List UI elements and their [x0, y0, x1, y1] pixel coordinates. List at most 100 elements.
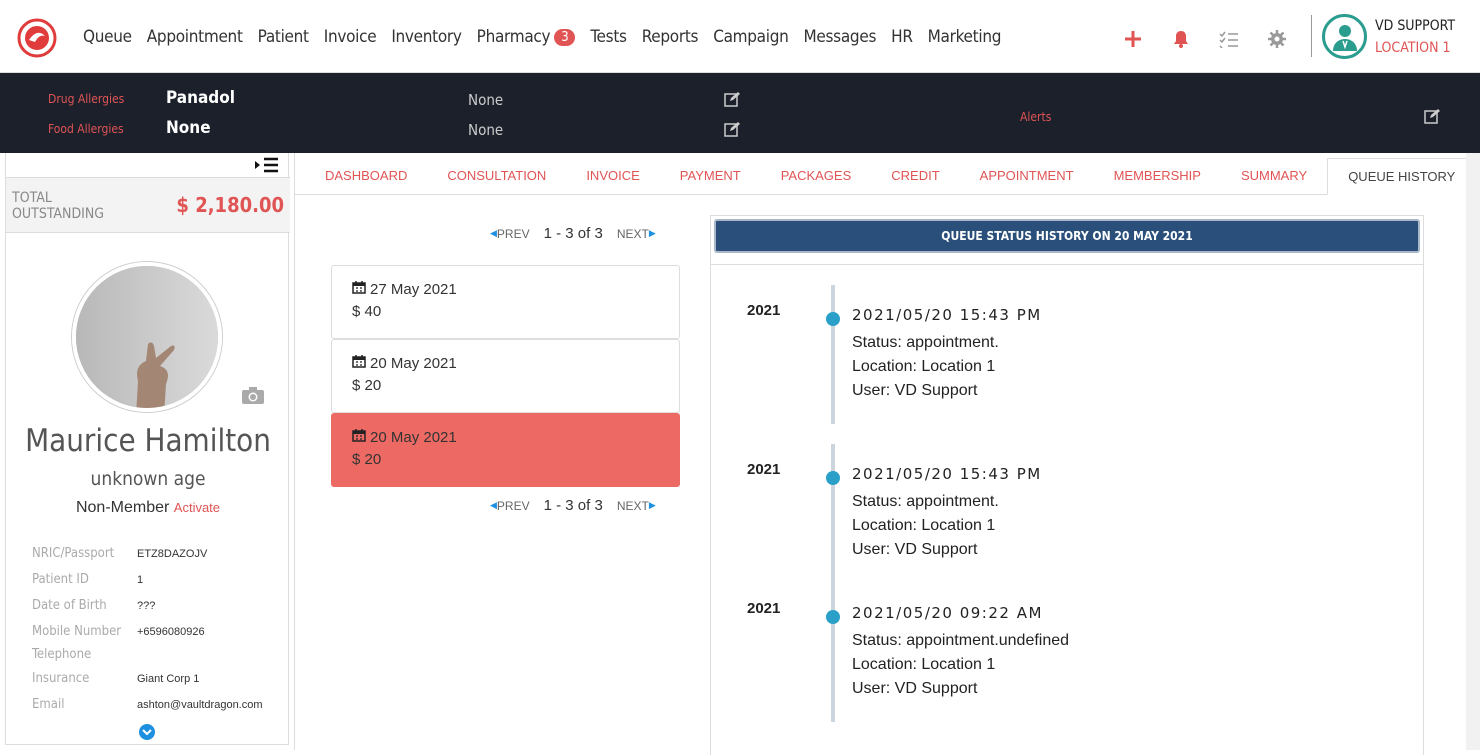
field-label-insurance: Insurance	[32, 671, 90, 686]
queue-item-amount: $ 20	[352, 451, 382, 468]
divider	[1311, 15, 1312, 57]
timeline-user: User: VD Support	[852, 680, 978, 697]
field-value-nric: ETZ8DAZOJV	[137, 548, 208, 560]
prev-arrow-icon[interactable]: ◀	[490, 500, 497, 511]
patient-tabs: DASHBOARD CONSULTATION INVOICE PAYMENT P…	[295, 158, 1477, 195]
tab-dashboard[interactable]: DASHBOARD	[305, 158, 427, 194]
timeline-time: 2021/05/20 15:43 PM	[852, 465, 1042, 483]
edit-icon[interactable]	[1424, 108, 1440, 124]
timeline-year: 2021	[747, 461, 781, 478]
nav-hr[interactable]: HR	[891, 27, 913, 47]
activate-link[interactable]: Activate	[174, 500, 220, 515]
queue-item-amount: $ 40	[352, 303, 382, 320]
timeline-year: 2021	[747, 600, 781, 617]
nav-patient[interactable]: Patient	[258, 27, 309, 47]
prev-button[interactable]: PREV	[497, 227, 530, 241]
queue-item[interactable]: 27 May 2021 $ 40	[331, 265, 680, 339]
queue-item-amount: $ 20	[352, 377, 382, 394]
queue-history-title: QUEUE STATUS HISTORY ON 20 MAY 2021	[714, 219, 1420, 253]
timeline-time: 2021/05/20 15:43 PM	[852, 306, 1042, 324]
field-value-patient-id: 1	[137, 574, 144, 586]
timeline-status: Status: appointment.undefined	[852, 632, 1070, 649]
field-label-dob: Date of Birth	[32, 598, 107, 613]
nav-queue[interactable]: Queue	[83, 27, 132, 47]
logo-icon[interactable]	[17, 18, 57, 58]
nav-campaign[interactable]: Campaign	[713, 27, 789, 47]
field-label-email: Email	[32, 697, 65, 712]
user-location[interactable]: LOCATION 1	[1375, 40, 1451, 56]
nav-invoice[interactable]: Invoice	[324, 27, 377, 47]
user-name[interactable]: VD SUPPORT	[1375, 18, 1455, 34]
food-allergies-value: None	[166, 118, 211, 138]
tab-appointment[interactable]: APPOINTMENT	[960, 158, 1094, 194]
food-allergies-note: None	[468, 121, 504, 139]
tab-invoice[interactable]: INVOICE	[566, 158, 659, 194]
bell-icon[interactable]	[1168, 28, 1194, 50]
camera-icon[interactable]	[241, 385, 265, 405]
queue-item-date: 20 May 2021	[370, 354, 457, 372]
plus-icon[interactable]	[1120, 28, 1146, 50]
timeline-dot	[826, 312, 840, 326]
pager-count: 1 - 3 of 3	[543, 225, 603, 242]
timeline-user: User: VD Support	[852, 382, 978, 399]
alerts-label: Alerts	[1020, 110, 1052, 124]
nav-marketing[interactable]: Marketing	[928, 27, 1002, 47]
nav-pharmacy-label: Pharmacy	[476, 27, 551, 47]
timeline-location: Location: Location 1	[852, 358, 996, 375]
timeline-year: 2021	[747, 302, 781, 319]
patient-name: Maurice Hamilton	[25, 423, 271, 459]
field-label-patient-id: Patient ID	[32, 572, 89, 587]
field-value-insurance: Giant Corp 1	[137, 673, 200, 685]
sidebar-toggle-icon[interactable]	[254, 156, 282, 174]
scrollbar[interactable]	[1466, 153, 1480, 750]
field-value-email: ashton@vaultdragon.com	[137, 699, 263, 711]
pager-bottom: ◀ PREV 1 - 3 of 3 NEXT ▶	[490, 497, 656, 514]
queue-item[interactable]: 20 May 2021 $ 20	[331, 339, 680, 413]
gear-icon[interactable]	[1264, 28, 1290, 50]
food-allergies-label: Food Allergies	[48, 122, 124, 136]
next-button[interactable]: NEXT	[617, 499, 649, 513]
timeline-user: User: VD Support	[852, 541, 978, 558]
next-arrow-icon[interactable]: ▶	[649, 228, 656, 239]
tab-membership[interactable]: MEMBERSHIP	[1094, 158, 1221, 194]
drug-allergies-label: Drug Allergies	[48, 92, 125, 106]
tab-credit[interactable]: CREDIT	[871, 158, 959, 194]
next-button[interactable]: NEXT	[617, 227, 649, 241]
patient-photo[interactable]	[72, 262, 222, 412]
prev-button[interactable]: PREV	[497, 499, 530, 513]
queue-item-date: 27 May 2021	[370, 280, 457, 298]
nav-appointment[interactable]: Appointment	[147, 27, 243, 47]
tab-queue-history[interactable]: QUEUE HISTORY	[1327, 158, 1477, 195]
patient-age: unknown age	[90, 468, 206, 490]
edit-icon[interactable]	[724, 121, 740, 137]
nav-tests[interactable]: Tests	[590, 27, 627, 47]
pager-count: 1 - 3 of 3	[543, 497, 603, 514]
calendar-icon	[352, 354, 366, 372]
outstanding-label: TOTAL OUTSTANDING	[12, 190, 105, 222]
prev-arrow-icon[interactable]: ◀	[490, 228, 497, 239]
top-navbar: Queue Appointment Patient Invoice Invent…	[0, 0, 1480, 73]
tab-summary[interactable]: SUMMARY	[1221, 158, 1327, 194]
main-nav: Queue Appointment Patient Invoice Invent…	[83, 27, 1016, 47]
membership-status: Non-Member Activate	[6, 499, 290, 517]
nav-messages[interactable]: Messages	[804, 27, 877, 47]
tab-packages[interactable]: PACKAGES	[761, 158, 872, 194]
timeline-line	[831, 444, 835, 722]
doctor-avatar-icon[interactable]	[1322, 14, 1367, 59]
timeline-dot	[826, 610, 840, 624]
tab-payment[interactable]: PAYMENT	[660, 158, 761, 194]
nav-reports[interactable]: Reports	[642, 27, 699, 47]
queue-item-selected[interactable]: 20 May 2021 $ 20	[331, 413, 680, 487]
main-content: DASHBOARD CONSULTATION INVOICE PAYMENT P…	[294, 153, 1480, 755]
outstanding-value: $ 2,180.00	[176, 193, 284, 217]
chevron-down-icon[interactable]	[139, 724, 155, 740]
nav-inventory[interactable]: Inventory	[391, 27, 462, 47]
checklist-icon[interactable]	[1216, 28, 1242, 50]
patient-sidebar: TOTAL OUTSTANDING $ 2,180.00 Maurice Ham…	[5, 153, 290, 745]
timeline-status: Status: appointment.	[852, 493, 999, 510]
field-label-telephone: Telephone	[32, 647, 92, 662]
nav-pharmacy[interactable]: Pharmacy 3	[477, 27, 576, 47]
tab-consultation[interactable]: CONSULTATION	[427, 158, 566, 194]
edit-icon[interactable]	[724, 91, 740, 107]
next-arrow-icon[interactable]: ▶	[649, 500, 656, 511]
